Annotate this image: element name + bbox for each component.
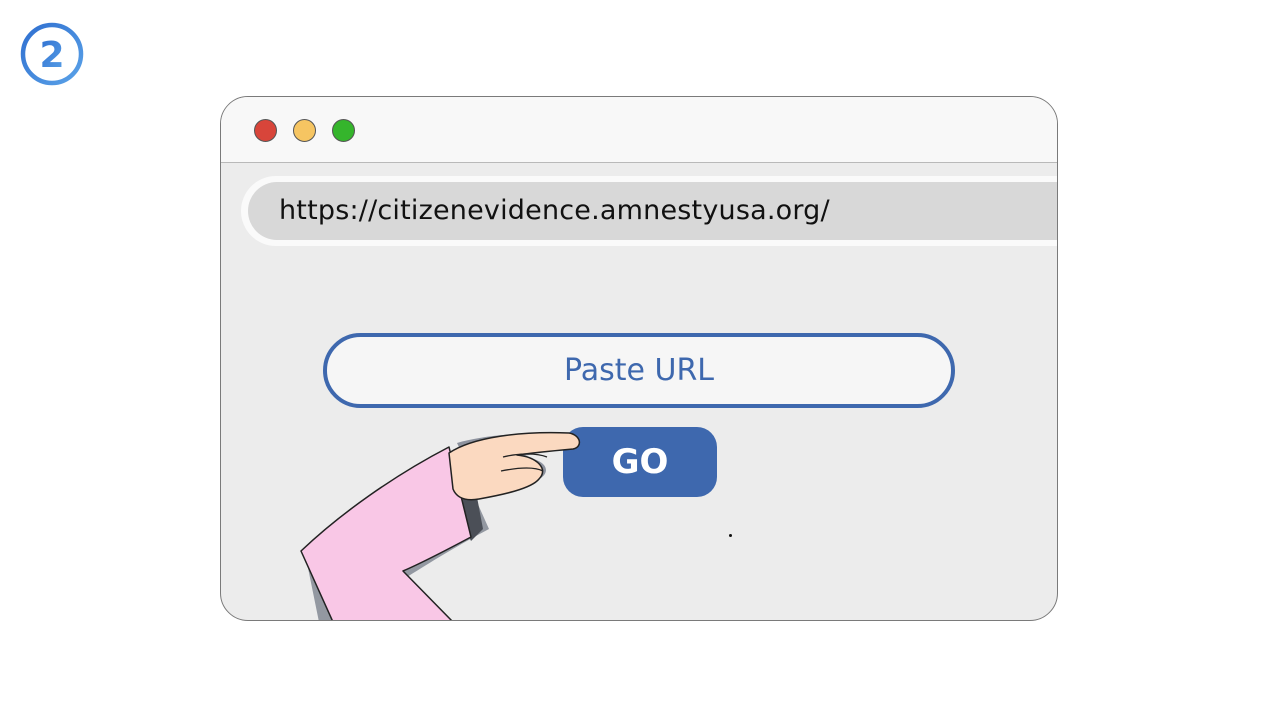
address-url[interactable]: https://citizenevidence.amnestyusa.org/ — [279, 195, 830, 226]
browser-window: https://citizenevidence.amnestyusa.org/ … — [220, 96, 1058, 621]
minimize-window-button[interactable] — [293, 119, 316, 142]
stray-dot — [729, 534, 732, 537]
step-number: 2 — [39, 35, 64, 76]
paste-url-input[interactable]: Paste URL — [323, 333, 955, 408]
close-window-button[interactable] — [254, 119, 277, 142]
maximize-window-button[interactable] — [332, 119, 355, 142]
go-button[interactable]: GO — [563, 427, 717, 497]
title-bar — [221, 97, 1057, 163]
step-number-badge: 2 — [19, 21, 85, 87]
